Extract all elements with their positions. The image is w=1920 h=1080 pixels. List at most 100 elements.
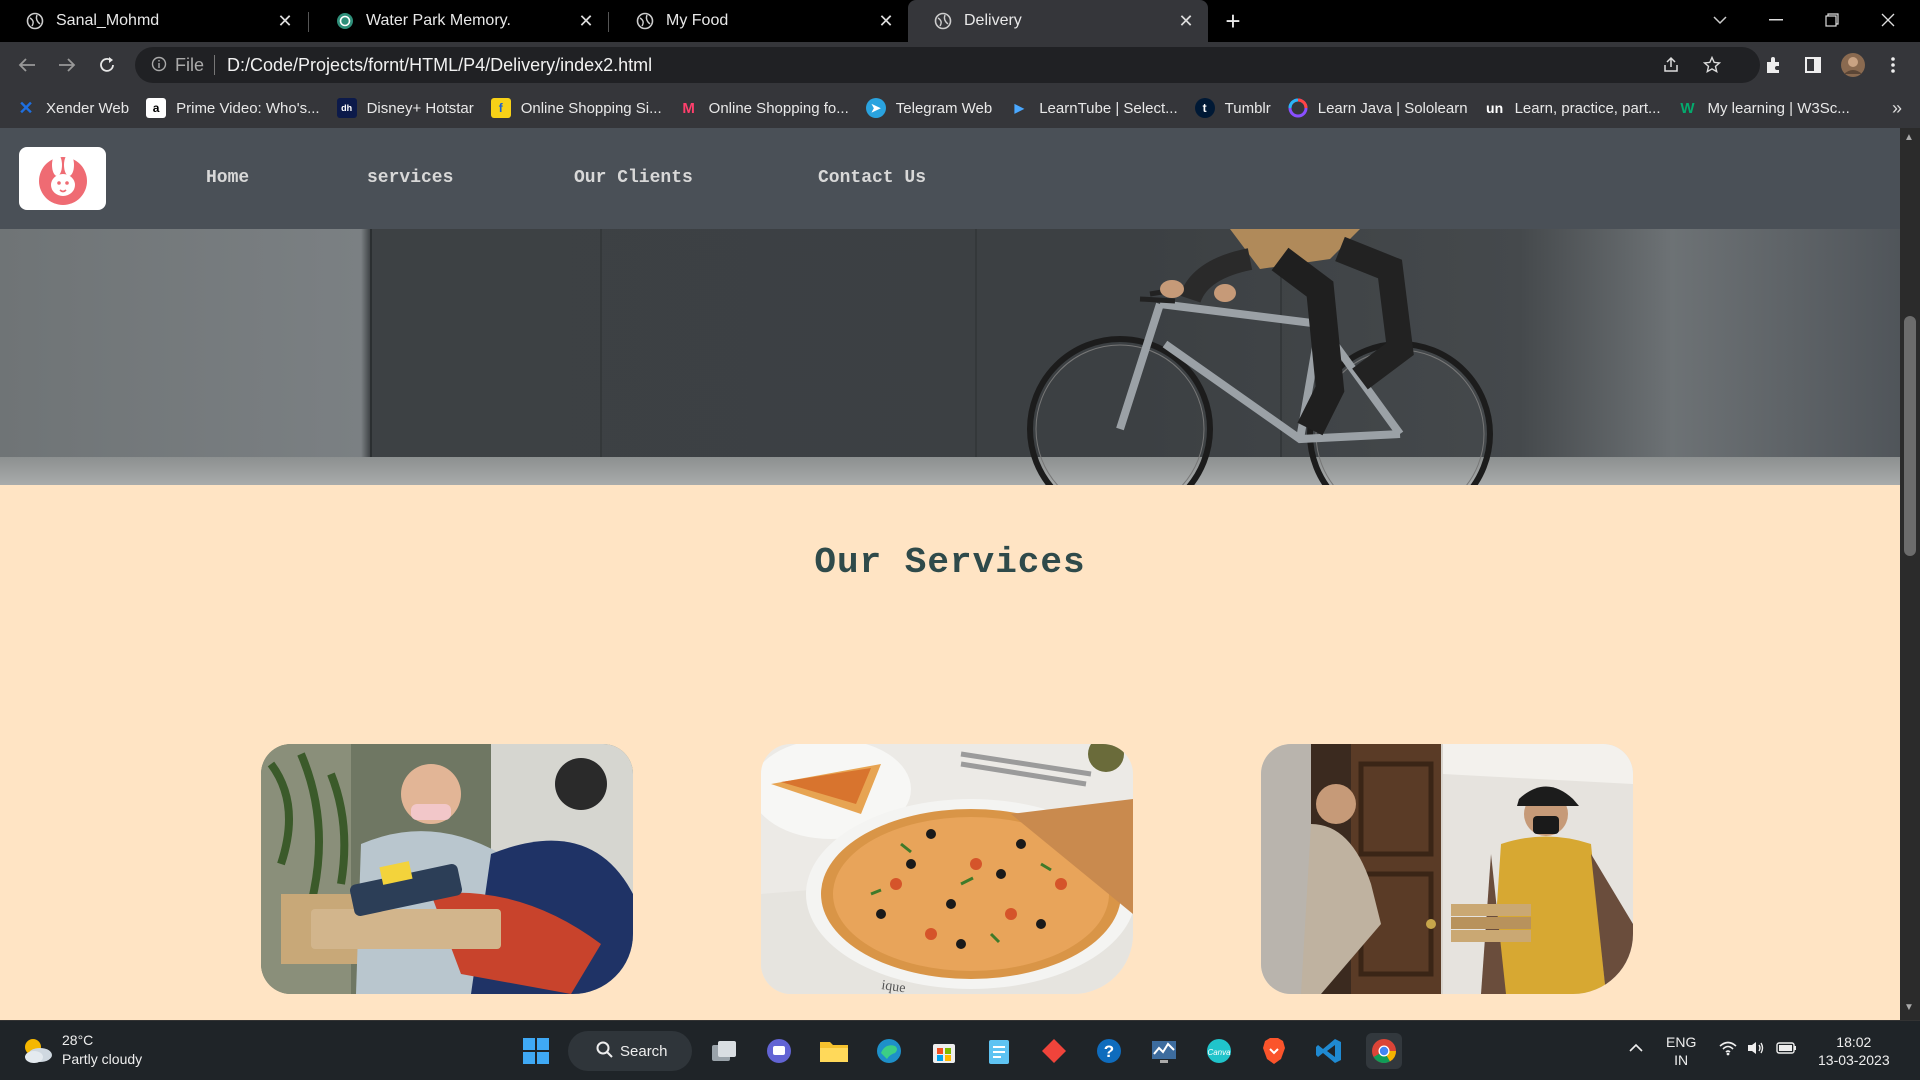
reload-icon[interactable]	[92, 50, 122, 80]
restore-icon[interactable]	[1804, 0, 1860, 40]
tab-strip: Sanal_Mohmd ✕ Water Park Memory. ✕ My Fo…	[0, 0, 1920, 42]
more-bookmarks-chevron[interactable]: »	[1892, 98, 1902, 119]
tab-separator	[308, 12, 309, 32]
canva-icon[interactable]: Canva	[1201, 1033, 1237, 1069]
browser-menu-icon[interactable]	[1878, 50, 1908, 80]
nav-contact-us[interactable]: Contact Us	[818, 168, 926, 188]
bookmark-sololearn[interactable]: Learn Java | Sololearn	[1288, 98, 1468, 118]
teams-chat-icon[interactable]	[761, 1033, 797, 1069]
system-clock[interactable]: 18:02 13-03-2023	[1818, 1033, 1890, 1069]
show-hidden-icons-chevron[interactable]	[1628, 1039, 1644, 1057]
nav-home[interactable]: Home	[206, 168, 249, 188]
task-view-icon[interactable]	[706, 1033, 742, 1069]
bookmark-star-icon[interactable]	[1697, 47, 1727, 83]
svg-text:?: ?	[1104, 1042, 1114, 1061]
share-icon[interactable]	[1656, 47, 1686, 83]
bookmark-learntube[interactable]: ▶ LearnTube | Select...	[1009, 98, 1178, 118]
bookmark-label: My learning | W3Sc...	[1707, 99, 1850, 117]
battery-icon[interactable]	[1776, 1040, 1798, 1060]
site-logo[interactable]	[19, 147, 106, 210]
bookmark-label: Learn, practice, part...	[1514, 99, 1661, 117]
weather-temperature: 28°C	[62, 1032, 94, 1048]
windows-start-icon[interactable]	[518, 1033, 554, 1069]
bookmark-flipkart[interactable]: f Online Shopping Si...	[490, 98, 662, 118]
microsoft-store-icon[interactable]	[926, 1033, 962, 1069]
volume-icon[interactable]	[1746, 1040, 1766, 1060]
bookmark-telegram[interactable]: ➤ Telegram Web	[865, 98, 992, 118]
bookmark-unstop[interactable]: un Learn, practice, part...	[1485, 98, 1661, 118]
site-info-icon[interactable]	[151, 56, 167, 75]
chrome-browser-icon[interactable]	[1366, 1033, 1402, 1069]
vscode-icon[interactable]	[1311, 1033, 1347, 1069]
pizza-photo: ique	[761, 744, 1133, 994]
rabbit-logo-icon	[38, 153, 87, 205]
svg-text:Canva: Canva	[1207, 1048, 1231, 1057]
file-explorer-icon[interactable]	[816, 1033, 852, 1069]
browser-toolbar: File D:/Code/Projects/fornt/HTML/P4/Deli…	[0, 42, 1920, 88]
globe-icon	[934, 12, 952, 30]
edge-browser-icon[interactable]	[871, 1033, 907, 1069]
language-indicator[interactable]: ENG IN	[1666, 1033, 1696, 1069]
learntube-icon: ▶	[1014, 101, 1024, 115]
new-tab-button[interactable]: +	[1218, 6, 1248, 36]
wifi-icon[interactable]	[1718, 1040, 1738, 1060]
flipkart-icon: f	[490, 98, 511, 118]
xender-icon: ✕	[18, 97, 34, 118]
get-help-icon[interactable]: ?	[1091, 1033, 1127, 1069]
close-tab-icon[interactable]: ✕	[275, 11, 295, 31]
tab-sanal-mohmd[interactable]: Sanal_Mohmd ✕	[0, 0, 307, 42]
myntra-icon: M	[682, 99, 695, 117]
bookmark-xender[interactable]: ✕ Xender Web	[16, 98, 129, 118]
service-card-doorstep[interactable]	[1261, 744, 1633, 994]
tab-delivery[interactable]: Delivery ✕	[908, 0, 1208, 42]
page-scrollbar[interactable]: ▲ ▼	[1900, 128, 1920, 1020]
url-text[interactable]: D:/Code/Projects/fornt/HTML/P4/Delivery/…	[227, 55, 652, 76]
hero-sidewalk	[0, 457, 1900, 485]
performance-monitor-icon[interactable]	[1146, 1033, 1182, 1069]
minimize-icon[interactable]	[1748, 0, 1804, 40]
close-tab-icon[interactable]: ✕	[876, 11, 896, 31]
bookmarks-bar: ✕ Xender Web a Prime Video: Who's... dh …	[0, 88, 1920, 128]
service-card-pizza[interactable]: ique	[761, 744, 1133, 994]
taskbar-search-button[interactable]: Search	[568, 1031, 692, 1071]
brave-browser-icon[interactable]	[1256, 1033, 1292, 1069]
close-tab-icon[interactable]: ✕	[576, 11, 596, 31]
services-heading: Our Services	[814, 542, 1086, 583]
back-arrow-icon[interactable]	[12, 50, 42, 80]
close-window-icon[interactable]	[1860, 0, 1916, 40]
tab-search-chevron-icon[interactable]	[1692, 0, 1748, 40]
side-panel-icon[interactable]	[1798, 50, 1828, 80]
tab-my-food[interactable]: My Food ✕	[610, 0, 908, 42]
close-tab-icon[interactable]: ✕	[1176, 11, 1196, 31]
bookmark-tumblr[interactable]: t Tumblr	[1194, 98, 1271, 118]
weather-widget[interactable]: 28°C Partly cloudy	[20, 1031, 142, 1069]
sololearn-icon	[1288, 98, 1308, 118]
nav-our-clients[interactable]: Our Clients	[574, 168, 693, 188]
address-bar[interactable]: File D:/Code/Projects/fornt/HTML/P4/Deli…	[135, 47, 1760, 83]
scroll-down-arrow-icon[interactable]: ▼	[1904, 1002, 1914, 1013]
tab-title: My Food	[666, 12, 729, 29]
bookmark-myntra[interactable]: M Online Shopping fo...	[679, 98, 848, 118]
scroll-up-arrow-icon[interactable]: ▲	[1904, 132, 1914, 143]
search-label: Search	[620, 1042, 668, 1060]
cyclist-illustration	[1027, 229, 1493, 485]
newspaper-print-decoration: ique	[880, 978, 906, 994]
anydesk-icon[interactable]	[1036, 1033, 1072, 1069]
extensions-icon[interactable]	[1758, 50, 1788, 80]
nav-services[interactable]: services	[367, 168, 453, 188]
bookmark-w3schools[interactable]: W My learning | W3Sc...	[1677, 98, 1849, 118]
forward-arrow-icon[interactable]	[52, 50, 82, 80]
notepad-icon[interactable]	[981, 1033, 1017, 1069]
bookmark-prime-video[interactable]: a Prime Video: Who's...	[146, 98, 320, 118]
tab-separator	[608, 12, 609, 32]
profile-avatar[interactable]	[1838, 50, 1868, 80]
bookmark-label: Prime Video: Who's...	[176, 99, 320, 117]
tab-water-park-memory[interactable]: Water Park Memory. ✕	[310, 0, 608, 42]
bookmark-hotstar[interactable]: dh Disney+ Hotstar	[336, 98, 474, 118]
tab-title: Delivery	[964, 12, 1022, 29]
service-card-payment[interactable]	[261, 744, 633, 994]
clock-date: 13-03-2023	[1818, 1052, 1890, 1068]
scrollbar-thumb[interactable]	[1904, 316, 1916, 556]
bookmark-label: Xender Web	[46, 99, 130, 117]
doorstep-delivery-photo	[1261, 744, 1633, 994]
